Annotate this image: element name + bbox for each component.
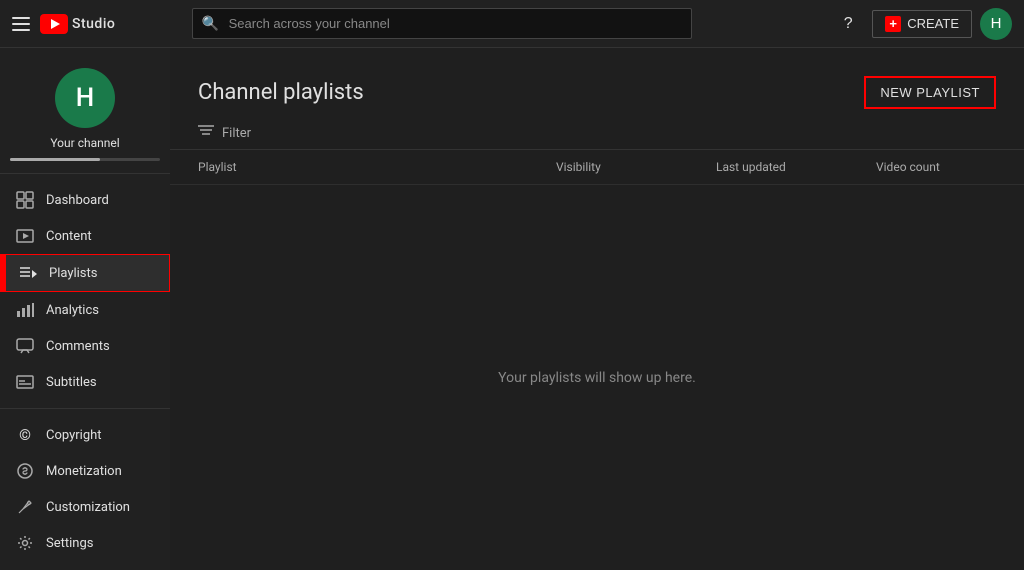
column-last-updated: Last updated xyxy=(716,160,876,174)
sidebar-item-settings-label: Settings xyxy=(46,536,93,551)
channel-progress-fill xyxy=(10,158,100,161)
create-plus-icon: + xyxy=(885,16,901,32)
top-nav: Studio 🔍 ? + CREATE H xyxy=(0,0,1024,48)
filter-label: Filter xyxy=(222,126,251,141)
sidebar-item-subtitles[interactable]: Subtitles xyxy=(0,364,170,400)
sidebar-item-monetization[interactable]: Monetization xyxy=(0,453,170,489)
menu-icon[interactable] xyxy=(12,17,30,31)
empty-message: Your playlists will show up here. xyxy=(498,370,696,386)
page-title: Channel playlists xyxy=(198,80,364,105)
sidebar-item-comments[interactable]: Comments xyxy=(0,328,170,364)
dashboard-icon xyxy=(16,191,34,209)
sidebar-item-send-feedback[interactable]: Send feedback xyxy=(0,561,170,570)
sidebar: H Your channel Dashboard xyxy=(0,48,170,570)
column-visibility: Visibility xyxy=(556,160,716,174)
channel-label: Your channel xyxy=(50,136,119,150)
studio-label: Studio xyxy=(72,16,115,32)
empty-state: Your playlists will show up here. xyxy=(170,185,1024,570)
monetization-icon xyxy=(16,462,34,480)
sidebar-bottom: © Copyright Monetization xyxy=(0,408,170,570)
sidebar-item-customization[interactable]: Customization xyxy=(0,489,170,525)
column-playlist: Playlist xyxy=(198,160,556,174)
sidebar-item-content[interactable]: Content xyxy=(0,218,170,254)
logo-area: Studio xyxy=(40,14,115,34)
content-area: Channel playlists NEW PLAYLIST Filter Pl… xyxy=(170,48,1024,570)
playlists-icon xyxy=(19,264,37,282)
page-header: Channel playlists NEW PLAYLIST xyxy=(170,48,1024,125)
column-video-count: Video count xyxy=(876,160,996,174)
copyright-icon: © xyxy=(16,426,34,444)
sidebar-item-customization-label: Customization xyxy=(46,500,130,515)
sidebar-item-dashboard-label: Dashboard xyxy=(46,193,109,208)
subtitles-icon xyxy=(16,373,34,391)
sidebar-item-settings[interactable]: Settings xyxy=(0,525,170,561)
sidebar-nav: Dashboard Content xyxy=(0,174,170,408)
new-playlist-button[interactable]: NEW PLAYLIST xyxy=(864,76,996,109)
sidebar-item-comments-label: Comments xyxy=(46,339,110,354)
sidebar-item-analytics[interactable]: Analytics xyxy=(0,292,170,328)
channel-progress-bar xyxy=(10,158,160,161)
search-bar: 🔍 xyxy=(192,8,692,39)
main-layout: H Your channel Dashboard xyxy=(0,48,1024,570)
create-button[interactable]: + CREATE xyxy=(872,10,972,38)
channel-avatar[interactable]: H xyxy=(55,68,115,128)
sidebar-item-playlists[interactable]: Playlists xyxy=(0,254,170,292)
youtube-logo-icon xyxy=(40,14,68,34)
nav-left: Studio xyxy=(12,14,115,34)
create-label: CREATE xyxy=(907,16,959,31)
filter-bar: Filter xyxy=(170,125,1024,150)
analytics-icon xyxy=(16,301,34,319)
sidebar-item-monetization-label: Monetization xyxy=(46,464,122,479)
channel-section: H Your channel xyxy=(0,48,170,174)
filter-icon xyxy=(198,125,214,141)
settings-icon xyxy=(16,534,34,552)
account-avatar-button[interactable]: H xyxy=(980,8,1012,40)
help-button[interactable]: ? xyxy=(832,8,864,40)
sidebar-item-dashboard[interactable]: Dashboard xyxy=(0,182,170,218)
search-icon: 🔍 xyxy=(202,16,219,32)
sidebar-item-playlists-label: Playlists xyxy=(49,266,97,281)
search-input[interactable] xyxy=(192,8,692,39)
customization-icon xyxy=(16,498,34,516)
sidebar-item-content-label: Content xyxy=(46,229,92,244)
table-header: Playlist Visibility Last updated Video c… xyxy=(170,150,1024,185)
nav-right: ? + CREATE H xyxy=(832,8,1012,40)
content-icon xyxy=(16,227,34,245)
sidebar-item-analytics-label: Analytics xyxy=(46,303,99,318)
sidebar-item-copyright-label: Copyright xyxy=(46,428,102,443)
comments-icon xyxy=(16,337,34,355)
avatar-letter: H xyxy=(991,15,1002,32)
sidebar-item-subtitles-label: Subtitles xyxy=(46,375,97,390)
sidebar-item-copyright[interactable]: © Copyright xyxy=(0,417,170,453)
